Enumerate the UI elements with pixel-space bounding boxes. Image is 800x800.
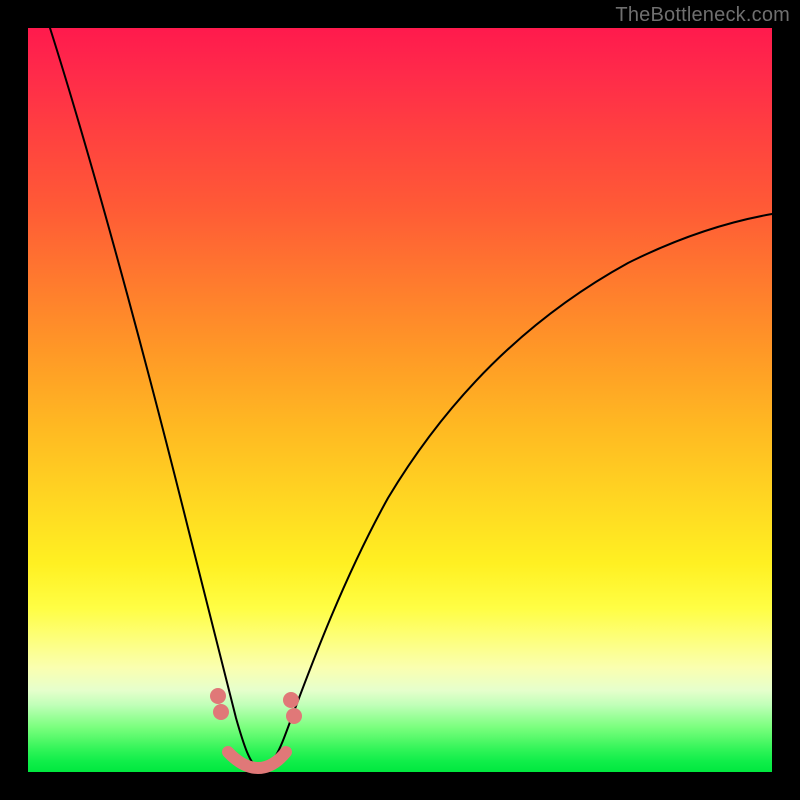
bottleneck-curve <box>50 28 772 768</box>
marker-dot <box>213 704 229 720</box>
chart-frame: TheBottleneck.com <box>0 0 800 800</box>
marker-dot <box>286 708 302 724</box>
watermark-text: TheBottleneck.com <box>615 4 790 27</box>
curve-layer <box>28 28 772 772</box>
plot-area <box>28 28 772 772</box>
basin-marker <box>228 752 286 768</box>
marker-dot <box>210 688 226 704</box>
marker-dot <box>283 692 299 708</box>
